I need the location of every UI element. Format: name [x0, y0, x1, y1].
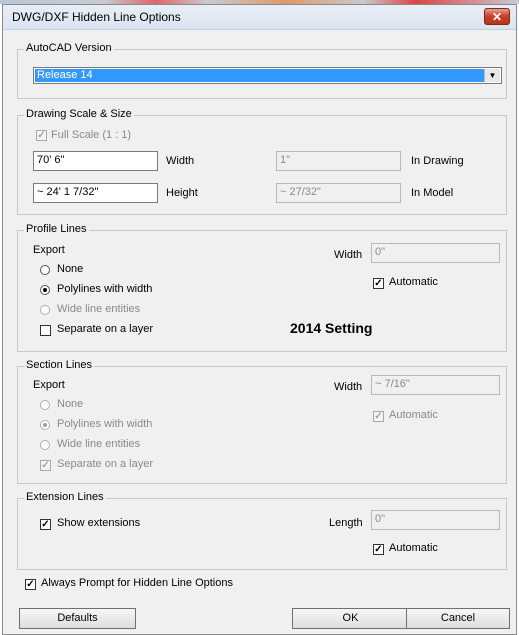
section-width-field[interactable]: ~ 7/16": [371, 375, 500, 395]
setting-annotation: 2014 Setting: [290, 320, 373, 336]
profile-none-label: None: [57, 263, 84, 275]
model-height-label: Height: [166, 187, 198, 199]
section-export-label: Export: [33, 379, 65, 391]
section-separate-layer-label: Separate on a layer: [57, 458, 154, 470]
profile-wide-line-radio[interactable]: [40, 305, 50, 315]
section-none-radio[interactable]: [40, 400, 50, 410]
always-prompt-label: Always Prompt for Hidden Line Options: [41, 577, 233, 589]
chevron-down-icon[interactable]: ▼: [484, 69, 500, 82]
extension-automatic-label: Automatic: [389, 542, 438, 554]
radio-selected-dot: [43, 288, 47, 292]
autocad-version-selected: Release 14: [35, 69, 484, 82]
extension-lines-legend: Extension Lines: [24, 491, 106, 503]
model-height-field[interactable]: ~ 24' 1 7/32": [33, 183, 158, 203]
profile-separate-layer-checkbox[interactable]: [40, 325, 51, 336]
profile-export-label: Export: [33, 244, 65, 256]
extension-length-label: Length: [329, 517, 363, 529]
window-title: DWG/DXF Hidden Line Options: [12, 10, 181, 24]
ok-button[interactable]: OK: [292, 608, 409, 629]
always-prompt-checkbox[interactable]: ✓: [25, 579, 36, 590]
section-wide-line-radio[interactable]: [40, 440, 50, 450]
section-wide-line-label: Wide line entities: [57, 438, 141, 450]
section-width-label: Width: [334, 381, 363, 393]
model-width-label: Width: [166, 155, 195, 167]
profile-wide-line-label: Wide line entities: [57, 303, 141, 315]
section-polylines-radio[interactable]: [40, 420, 50, 430]
extension-automatic-checkbox[interactable]: ✓: [373, 544, 384, 555]
radio-selected-dot: [43, 423, 47, 427]
in-drawing-field[interactable]: 1": [276, 151, 401, 171]
section-automatic-checkbox[interactable]: ✓: [373, 411, 384, 422]
defaults-button[interactable]: Defaults: [19, 608, 136, 629]
full-scale-checkbox[interactable]: ✓: [36, 130, 47, 141]
in-model-field[interactable]: ~ 27/32": [276, 183, 401, 203]
profile-polylines-label: Polylines with width: [57, 283, 153, 295]
cancel-button[interactable]: Cancel: [406, 608, 510, 629]
drawing-scale-legend: Drawing Scale & Size: [24, 108, 134, 120]
extension-lines-group: Extension Lines: [17, 491, 507, 570]
show-extensions-label: Show extensions: [57, 517, 141, 529]
extension-length-field[interactable]: 0": [371, 510, 500, 530]
profile-automatic-label: Automatic: [389, 276, 438, 288]
profile-width-label: Width: [334, 249, 363, 261]
section-automatic-label: Automatic: [389, 409, 438, 421]
autocad-version-select[interactable]: Release 14 ▼: [33, 67, 502, 84]
profile-width-field[interactable]: 0": [371, 243, 500, 263]
section-separate-layer-checkbox[interactable]: ✓: [40, 460, 51, 471]
section-polylines-label: Polylines with width: [57, 418, 153, 430]
close-button[interactable]: ✕: [484, 8, 510, 25]
profile-lines-legend: Profile Lines: [24, 223, 89, 235]
full-scale-label: Full Scale (1 : 1): [51, 129, 132, 141]
autocad-version-legend: AutoCAD Version: [24, 42, 114, 54]
hidden-line-options-dialog: DWG/DXF Hidden Line Options ✕ AutoCAD Ve…: [2, 4, 517, 635]
title-bar: DWG/DXF Hidden Line Options ✕: [3, 5, 516, 30]
section-lines-legend: Section Lines: [24, 359, 95, 371]
show-extensions-checkbox[interactable]: ✓: [40, 519, 51, 530]
profile-automatic-checkbox[interactable]: ✓: [373, 278, 384, 289]
model-width-field[interactable]: 70' 6": [33, 151, 158, 171]
section-none-label: None: [57, 398, 84, 410]
profile-none-radio[interactable]: [40, 265, 50, 275]
profile-polylines-radio[interactable]: [40, 285, 50, 295]
in-drawing-label: In Drawing: [411, 155, 464, 167]
in-model-label: In Model: [411, 187, 454, 199]
profile-separate-layer-label: Separate on a layer: [57, 323, 154, 335]
